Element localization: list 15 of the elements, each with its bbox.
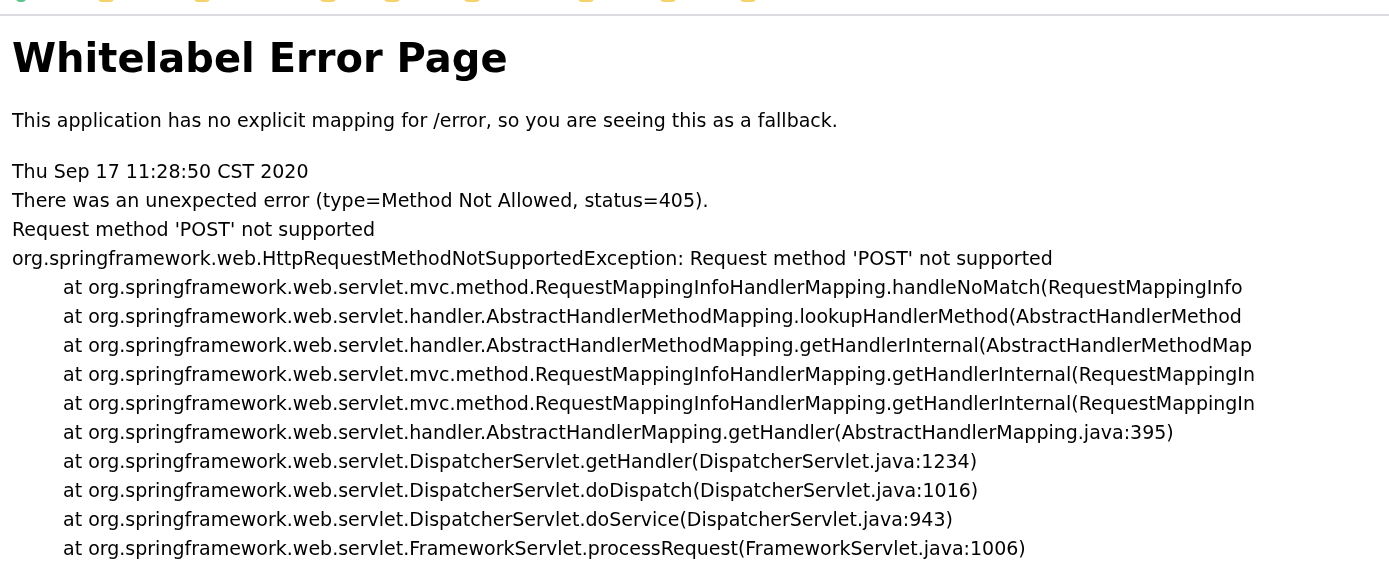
stack-trace-line: at org.springframework.web.servlet.handler.AbstractHandlerMapping.getHandler(AbstractHandlerMapping.java:395) [63, 420, 1174, 445]
error-detail: org.springframework.web.HttpRequestMethodNotSupportedException: Request method 'POST' not supported [12, 246, 1053, 271]
error-detail: There was an unexpected error (type=Method Not Allowed, status=405). [12, 188, 709, 213]
stack-trace-line: at org.springframework.web.servlet.handler.AbstractHandlerMethodMapping.lookupHandlerMethod(AbstractHandlerMethod [63, 304, 1242, 329]
error-detail: Request method 'POST' not supported [12, 217, 376, 242]
stack-trace-line: at org.springframework.web.servlet.DispatcherServlet.doDispatch(DispatcherServlet.java:1016) [63, 478, 979, 503]
error-detail: Thu Sep 17 11:28:50 CST 2020 [12, 159, 309, 184]
stack-trace-line: at org.springframework.web.servlet.mvc.method.RequestMappingInfoHandlerMapping.getHandlerInternal(RequestMappingIn [63, 391, 1255, 416]
error-message: This application has no explicit mapping for /error, so you are seeing this as a fallback. [12, 108, 838, 133]
stack-trace-line: at org.springframework.web.servlet.mvc.method.RequestMappingInfoHandlerMapping.getHandlerInternal(RequestMappingIn [63, 362, 1255, 387]
stack-trace-line: at org.springframework.web.servlet.mvc.method.RequestMappingInfoHandlerMapping.handleNoMatch(RequestMappingInfo [63, 275, 1243, 300]
stack-trace-line: at org.springframework.web.servlet.FrameworkServlet.processRequest(FrameworkServlet.java:1006) [63, 536, 1026, 561]
stack-trace-line: at org.springframework.web.servlet.DispatcherServlet.getHandler(DispatcherServlet.java:1234) [63, 449, 978, 474]
stack-trace-line: at org.springframework.web.servlet.handler.AbstractHandlerMethodMapping.getHandlerInternal(AbstractHandlerMethodMap [63, 333, 1253, 358]
stack-trace-line: at org.springframework.web.servlet.DispatcherServlet.doService(DispatcherServlet.java:943) [63, 507, 953, 532]
